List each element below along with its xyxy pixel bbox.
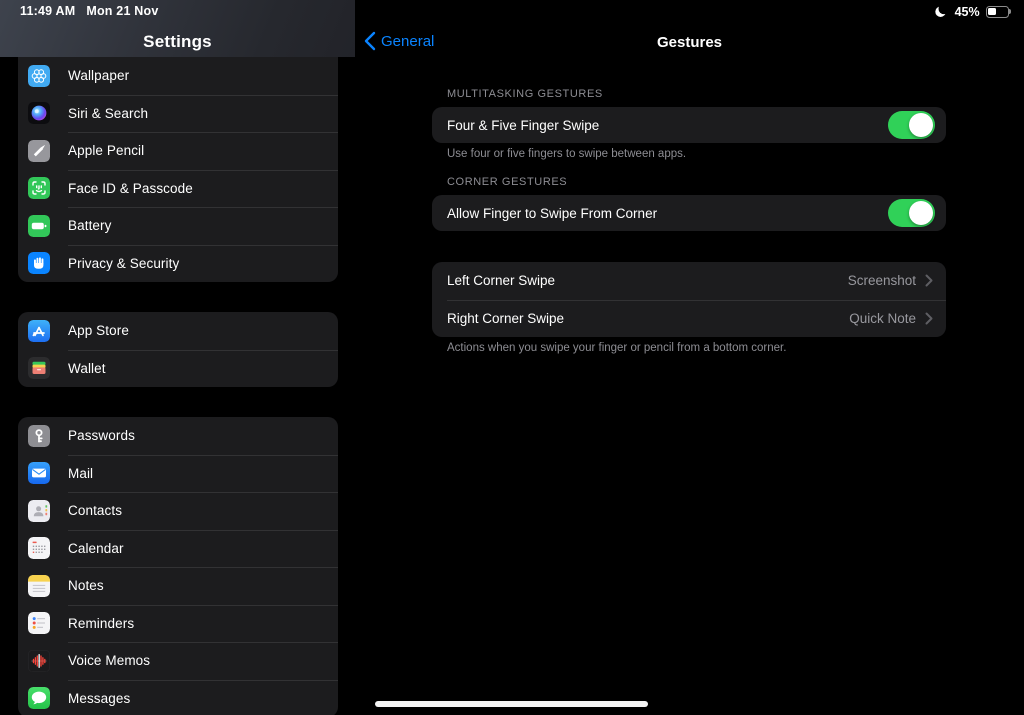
sidebar-item-messages[interactable]: Messages [18, 680, 338, 715]
sidebar-item-privacy-security[interactable]: Privacy & Security [18, 245, 338, 283]
sidebar-item-app-store[interactable]: App Store [18, 312, 338, 350]
sidebar-item-label: Passwords [68, 428, 135, 443]
voice-memos-icon [28, 650, 50, 672]
sidebar-item-wallpaper[interactable]: Wallpaper [18, 57, 338, 95]
section-header-corner: CORNER GESTURES [447, 176, 567, 188]
sidebar-item-passwords[interactable]: Passwords [18, 417, 338, 455]
toggle-knob [909, 201, 933, 225]
sidebar-item-apple-pencil[interactable]: Apple Pencil [18, 132, 338, 170]
sidebar-item-label: Wallet [68, 361, 106, 376]
face-id-icon [28, 177, 50, 199]
privacy-icon [28, 252, 50, 274]
sidebar-item-contacts[interactable]: Contacts [18, 492, 338, 530]
sidebar-item-calendar[interactable]: Calendar [18, 530, 338, 568]
sidebar-item-notes[interactable]: Notes [18, 567, 338, 605]
sidebar-item-label: Voice Memos [68, 653, 150, 668]
row-value: Screenshot [848, 273, 916, 288]
sidebar-item-wallet[interactable]: Wallet [18, 350, 338, 388]
passwords-icon [28, 425, 50, 447]
notes-icon [28, 575, 50, 597]
home-indicator[interactable] [375, 701, 648, 707]
status-bar: 11:49 AM Mon 21 Nov 45% [0, 0, 1024, 24]
sidebar-group-2: App Store Wallet [18, 312, 338, 387]
row-label: Right Corner Swipe [447, 311, 849, 326]
four-five-finger-swipe-toggle[interactable] [888, 111, 935, 139]
sidebar-item-label: Messages [68, 691, 130, 706]
contacts-icon [28, 500, 50, 522]
sidebar-group-3: Passwords Mail Contacts Calendar Notes R… [18, 417, 338, 715]
page-title: Gestures [355, 34, 1024, 51]
wallpaper-icon [28, 65, 50, 87]
status-left: 11:49 AM Mon 21 Nov [20, 4, 159, 18]
sidebar-item-label: Notes [68, 578, 104, 593]
calendar-icon [28, 537, 50, 559]
row-label: Left Corner Swipe [447, 273, 848, 288]
chevron-right-icon [925, 274, 933, 287]
toggle-knob [909, 113, 933, 137]
sidebar-item-label: App Store [68, 323, 129, 338]
gestures-pane: General Gestures MULTITASKING GESTURES F… [355, 0, 1024, 715]
sidebar-item-label: Face ID & Passcode [68, 181, 193, 196]
mail-icon [28, 462, 50, 484]
sidebar-item-label: Calendar [68, 541, 124, 556]
row-right-corner-swipe[interactable]: Right Corner Swipe Quick Note [432, 300, 946, 338]
sidebar-item-siri[interactable]: Siri & Search [18, 95, 338, 133]
sidebar-item-voice-memos[interactable]: Voice Memos [18, 642, 338, 680]
battery-nub [1009, 9, 1011, 13]
row-four-five-finger-swipe: Four & Five Finger Swipe [432, 107, 946, 143]
row-value: Quick Note [849, 311, 916, 326]
reminders-icon [28, 612, 50, 634]
ipad-settings-screen: Settings Wallpaper Siri & Search Apple P… [0, 0, 1024, 715]
battery-fill [988, 8, 996, 15]
sidebar-item-label: Reminders [68, 616, 134, 631]
apple-pencil-icon [28, 140, 50, 162]
section-header-multitasking: MULTITASKING GESTURES [447, 88, 603, 100]
row-left-corner-swipe[interactable]: Left Corner Swipe Screenshot [432, 262, 946, 300]
row-label: Allow Finger to Swipe From Corner [447, 206, 888, 221]
sidebar-item-label: Wallpaper [68, 68, 129, 83]
battery-icon [986, 6, 1011, 18]
moon-icon [934, 4, 949, 19]
corner-swipe-group: Left Corner Swipe Screenshot Right Corne… [432, 262, 946, 337]
status-right: 45% [934, 4, 1011, 19]
allow-finger-swipe-corner-toggle[interactable] [888, 199, 935, 227]
battery-percent: 45% [955, 5, 980, 19]
sidebar-item-label: Privacy & Security [68, 256, 179, 271]
sidebar-item-face-id[interactable]: Face ID & Passcode [18, 170, 338, 208]
row-label: Four & Five Finger Swipe [447, 118, 888, 133]
sidebar-item-label: Mail [68, 466, 93, 481]
sidebar-group-1: Wallpaper Siri & Search Apple Pencil Fac… [18, 57, 338, 282]
sidebar-item-label: Contacts [68, 503, 122, 518]
wallet-icon [28, 357, 50, 379]
chevron-right-icon [925, 312, 933, 325]
battery-body [986, 6, 1009, 18]
sidebar-title: Settings [0, 32, 355, 52]
siri-icon [28, 102, 50, 124]
sidebar-item-label: Battery [68, 218, 111, 233]
sidebar: Settings Wallpaper Siri & Search Apple P… [0, 0, 355, 715]
section-footer-multitasking: Use four or five fingers to swipe betwee… [447, 148, 686, 160]
sidebar-item-reminders[interactable]: Reminders [18, 605, 338, 643]
sidebar-item-mail[interactable]: Mail [18, 455, 338, 493]
app-store-icon [28, 320, 50, 342]
sidebar-item-label: Apple Pencil [68, 143, 144, 158]
battery-icon [28, 215, 50, 237]
messages-icon [28, 687, 50, 709]
section-footer-corner-actions: Actions when you swipe your finger or pe… [447, 342, 786, 354]
sidebar-item-battery[interactable]: Battery [18, 207, 338, 245]
status-date: Mon 21 Nov [86, 4, 158, 18]
status-time: 11:49 AM [20, 4, 75, 18]
sidebar-item-label: Siri & Search [68, 106, 148, 121]
row-allow-finger-swipe-corner: Allow Finger to Swipe From Corner [432, 195, 946, 231]
